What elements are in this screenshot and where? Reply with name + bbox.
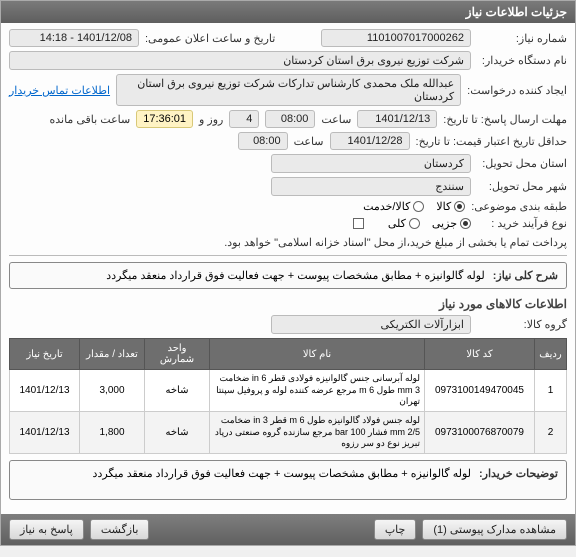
category-label: طبقه بندی موضوعی: (471, 200, 567, 213)
desc-text: لوله گالوانیزه + مطابق مشخصات پیوست + جه… (106, 269, 484, 282)
window-title: جزئیات اطلاعات نیاز (1, 1, 575, 23)
table-header-row: ردیف کد کالا نام کالا واحد شمارش تعداد /… (10, 339, 567, 370)
rooz-va-label: روز و (199, 113, 223, 126)
radio-dot-icon (413, 201, 424, 212)
validity-date: 1401/12/28 (330, 132, 410, 150)
cell-idx: 2 (535, 412, 567, 454)
cell-name: لوله جنس فولاد گالوانیزه طول 6 m قطر 3 i… (210, 412, 425, 454)
group-label: گروه کالا: (477, 318, 567, 331)
cell-idx: 1 (535, 370, 567, 412)
city-value: سنندج (271, 177, 471, 196)
process-label: نوع فرآیند خرید : (477, 217, 567, 230)
cell-qty: 1,800 (80, 412, 145, 454)
need-no-label: شماره نیاز: (477, 32, 567, 45)
radio-joz[interactable]: جزیی (432, 217, 471, 230)
saat-label-1: ساعت (321, 113, 351, 126)
print-button[interactable]: چاپ (374, 519, 417, 540)
process-radio-group: جزیی کلی (388, 217, 471, 230)
province-value: کردستان (271, 154, 471, 173)
radio-khadamat[interactable]: کالا/خدمت (363, 200, 424, 213)
countdown-timer: 17:36:01 (136, 110, 193, 128)
need-no-value: 1101007017000262 (321, 29, 471, 47)
items-section-title: اطلاعات کالاهای مورد نیاز (9, 297, 567, 311)
city-label: شهر محل تحویل: (477, 180, 567, 193)
category-radio-group: کالا کالا/خدمت (363, 200, 465, 213)
back-button[interactable]: بازگشت (90, 519, 150, 540)
buyer-value: شرکت توزیع نیروی برق استان کردستان (9, 51, 471, 70)
need-details-window: جزئیات اطلاعات نیاز شماره نیاز: 11010070… (0, 0, 576, 546)
announce-label: تاریخ و ساعت اعلان عمومی: (145, 32, 275, 45)
creator-label: ایجاد کننده درخواست: (467, 84, 567, 97)
reply-deadline-date: 1401/12/13 (357, 110, 437, 128)
radio-dot-icon (460, 218, 471, 229)
th-unit: واحد شمارش (145, 339, 210, 370)
notes-text: لوله گالوانیزه + مطابق مشخصات پیوست + جه… (93, 467, 471, 480)
validity-time: 08:00 (238, 132, 288, 150)
items-table: ردیف کد کالا نام کالا واحد شمارش تعداد /… (9, 338, 567, 454)
radio-kala[interactable]: کالا (436, 200, 465, 213)
buyer-label: نام دستگاه خریدار: (477, 54, 567, 67)
validity-label: حداقل تاریخ اعتبار قیمت: تا تاریخ: (416, 135, 567, 148)
radio-kol-label: کلی (388, 217, 406, 230)
cell-date: 1401/12/13 (10, 370, 80, 412)
notes-label: توضیحات خریدار: (479, 467, 558, 480)
reply-deadline-label: مهلت ارسال پاسخ: تا تاریخ: (443, 113, 567, 126)
saat-label-2: ساعت (294, 135, 324, 148)
treasury-checkbox[interactable] (353, 218, 364, 229)
general-desc-box: شرح کلی نیاز: لوله گالوانیزه + مطابق مشخ… (9, 262, 567, 289)
province-label: استان محل تحویل: (477, 157, 567, 170)
radio-khadamat-label: کالا/خدمت (363, 200, 410, 213)
cell-code: 0973100076870079 (425, 412, 535, 454)
buyer-notes-box: توضیحات خریدار: لوله گالوانیزه + مطابق م… (9, 460, 567, 500)
th-idx: ردیف (535, 339, 567, 370)
reply-deadline-time: 08:00 (265, 110, 315, 128)
cell-unit: شاخه (145, 412, 210, 454)
radio-kol[interactable]: کلی (388, 217, 420, 230)
th-date: تاریخ نیاز (10, 339, 80, 370)
payment-note: پرداخت تمام یا بخشی از مبلغ خرید،از محل … (224, 236, 567, 249)
days-remaining: 4 (229, 110, 259, 128)
creator-value: عبدالله ملک محمدی کارشناس تدارکات شرکت ت… (116, 74, 461, 106)
cell-code: 0973100149470045 (425, 370, 535, 412)
separator (9, 255, 567, 256)
reply-button[interactable]: پاسخ به نیاز (9, 519, 84, 540)
th-name: نام کالا (210, 339, 425, 370)
attachments-button[interactable]: مشاهده مدارک پیوستی (1) (422, 519, 567, 540)
buyer-contact-link[interactable]: اطلاعات تماس خریدار (9, 84, 110, 97)
announce-value: 1401/12/08 - 14:18 (9, 29, 139, 47)
radio-kala-label: کالا (436, 200, 451, 213)
form-area: شماره نیاز: 1101007017000262 تاریخ و ساع… (1, 23, 575, 514)
radio-joz-label: جزیی (432, 217, 457, 230)
remain-suffix: ساعت باقی مانده (49, 113, 130, 126)
th-qty: تعداد / مقدار (80, 339, 145, 370)
radio-dot-icon (454, 201, 465, 212)
cell-unit: شاخه (145, 370, 210, 412)
group-value: ابزارآلات الکتریکی (271, 315, 471, 334)
cell-qty: 3,000 (80, 370, 145, 412)
cell-name: لوله آبرسانی جنس گالوانیزه فولادی قطر 6 … (210, 370, 425, 412)
table-row: 2 0973100076870079 لوله جنس فولاد گالوان… (10, 412, 567, 454)
radio-dot-icon (409, 218, 420, 229)
th-code: کد کالا (425, 339, 535, 370)
footer-bar: مشاهده مدارک پیوستی (1) چاپ بازگشت پاسخ … (1, 514, 575, 545)
desc-label: شرح کلی نیاز: (493, 269, 558, 282)
table-row: 1 0973100149470045 لوله آبرسانی جنس گالو… (10, 370, 567, 412)
cell-date: 1401/12/13 (10, 412, 80, 454)
